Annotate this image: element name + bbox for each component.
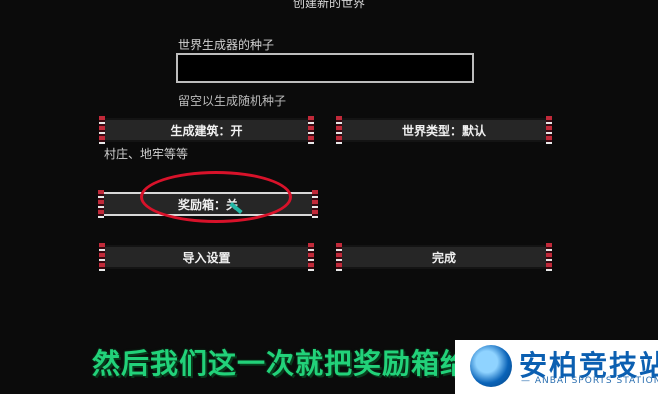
seed-hint: 留空以生成随机种子 [178,94,287,108]
done-button[interactable]: 完成 [336,243,552,271]
video-subtitle: 然后我们这一次就把奖励箱给 [92,347,470,380]
page-title: 创建新的世界 [292,0,365,10]
seed-input[interactable] [176,53,474,83]
import-settings-button[interactable]: 导入设置 [99,243,314,271]
world-type-button[interactable]: 世界类型：默认 [336,116,552,144]
seed-label: 世界生成器的种子 [178,38,275,52]
annotation-circle [140,171,292,223]
watermark-logo-icon [470,345,512,387]
generate-structures-button[interactable]: 生成建筑：开 [99,116,314,144]
watermark-subtitle: — ANBAI SPORTS STATION — [521,376,658,386]
structures-hint: 村庄、地牢等等 [104,147,189,161]
